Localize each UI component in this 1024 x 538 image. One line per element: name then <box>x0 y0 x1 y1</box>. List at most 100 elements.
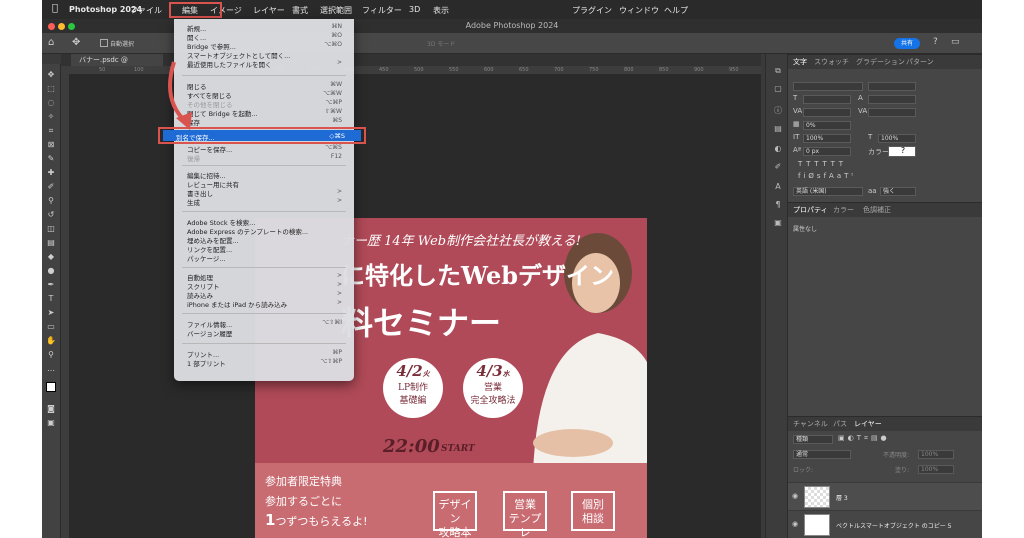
visibility-eye-icon[interactable]: ◉ <box>792 520 798 528</box>
menu-item-browse-bridge[interactable]: Bridge で参照... ⌥⌘O <box>187 41 342 51</box>
brush-tool-icon[interactable]: ✐ <box>45 182 57 192</box>
menu-item-print-one-copy[interactable]: 1 部プリント ⌥⇧⌘P <box>187 358 342 368</box>
minimize-window-button[interactable] <box>58 23 65 30</box>
menu-layer[interactable]: レイヤー <box>253 5 285 16</box>
auto-select-checkbox[interactable] <box>100 39 108 47</box>
paragraph-icon[interactable]: ¶ <box>773 200 783 210</box>
menu-file[interactable]: ファイル <box>130 5 162 16</box>
tab-character[interactable]: 文字 <box>793 57 807 67</box>
character-icon[interactable]: A <box>773 182 783 192</box>
menu-item-new[interactable]: 新規... ⌘N <box>187 23 342 33</box>
menu-plugins[interactable]: プラグイン <box>572 5 612 16</box>
color-swatch[interactable]: ? <box>888 146 916 157</box>
visibility-eye-icon[interactable]: ◉ <box>792 492 798 500</box>
antialias-select[interactable]: 強く <box>880 187 916 196</box>
healing-brush-icon[interactable]: ✚ <box>45 168 57 178</box>
menu-item-import-iphone[interactable]: iPhone または iPad から読み込み > <box>187 299 342 309</box>
type-style-buttons[interactable]: TTTTTT <box>798 160 847 168</box>
leading-field[interactable] <box>868 95 916 104</box>
tracking-field[interactable] <box>868 108 916 117</box>
horizontal-scale-field[interactable]: 100% <box>878 134 916 143</box>
glyphs-icon[interactable]: ▣ <box>773 218 783 228</box>
menu-view[interactable]: 表示 <box>433 5 449 16</box>
brushes-icon[interactable]: ✐ <box>773 162 783 172</box>
menu-item-invite-edit[interactable]: 編集に招待... <box>187 170 342 180</box>
font-style-select[interactable] <box>868 82 916 91</box>
crop-tool-icon[interactable]: ⌗ <box>45 126 57 136</box>
menu-item-import[interactable]: 読み込み > <box>187 290 342 300</box>
quick-mask-icon[interactable]: ◙ <box>45 404 57 414</box>
menu-item-search-stock[interactable]: Adobe Stock を検索... <box>187 217 342 227</box>
layer-name[interactable]: 層 3 <box>836 493 848 502</box>
menu-item-revert[interactable]: 復帰 F12 <box>187 153 342 163</box>
more-tools-icon[interactable]: … <box>45 364 57 374</box>
menu-item-package[interactable]: パッケージ... <box>187 253 342 263</box>
layer-row[interactable]: ◉ ベクトルスマートオブジェクト のコピー 5 <box>788 510 982 538</box>
pen-tool-icon[interactable]: ✒ <box>45 280 57 290</box>
menu-item-export[interactable]: 書き出し > <box>187 188 342 198</box>
help-icon[interactable]: ? <box>933 37 938 47</box>
menu-filter[interactable]: フィルター <box>362 5 402 16</box>
history-icon[interactable]: ⧉ <box>773 66 783 76</box>
comments-icon[interactable]: ▢ <box>773 84 783 94</box>
tab-properties[interactable]: プロパティ <box>793 205 828 215</box>
menu-item-file-info[interactable]: ファイル情報... ⌥⇧⌘I <box>187 319 342 329</box>
marquee-tool-icon[interactable]: ⬚ <box>45 84 57 94</box>
font-family-select[interactable] <box>793 82 863 91</box>
history-brush-icon[interactable]: ↺ <box>45 210 57 220</box>
opacity-field[interactable]: 100% <box>918 450 954 459</box>
tsume-field[interactable]: 0% <box>803 121 851 130</box>
move-tool-icon[interactable]: ✥ <box>72 37 80 48</box>
eyedropper-icon[interactable]: ✎ <box>45 154 57 164</box>
apple-icon[interactable]:  <box>52 3 58 14</box>
menu-item-save-copy[interactable]: コピーを保存... ⌥⌘S <box>187 144 342 154</box>
blur-tool-icon[interactable]: ◆ <box>45 252 57 262</box>
menu-item-place-embedded[interactable]: 埋め込みを配置... <box>187 235 342 245</box>
layer-filter-icons[interactable]: ▣◐T⌗▤● <box>838 434 890 443</box>
type-tool-icon[interactable]: T <box>45 294 57 304</box>
magic-wand-icon[interactable]: ✧ <box>45 112 57 122</box>
fill-field[interactable]: 100% <box>918 465 954 474</box>
kerning-field[interactable] <box>803 108 851 117</box>
menu-window[interactable]: ウィンドウ <box>619 5 659 16</box>
libraries-icon[interactable]: ▤ <box>773 124 783 134</box>
menu-item-print[interactable]: プリント... ⌘P <box>187 349 342 359</box>
tab-layers[interactable]: レイヤー <box>854 419 882 429</box>
eraser-tool-icon[interactable]: ◫ <box>45 224 57 234</box>
home-icon[interactable]: ⌂ <box>48 37 54 48</box>
menu-item-version-history[interactable]: バージョン履歴 <box>187 328 342 338</box>
hand-tool-icon[interactable]: ✋ <box>45 336 57 346</box>
opentype-buttons[interactable]: fiØsfAaTᵗ <box>798 172 856 180</box>
menu-item-search-express[interactable]: Adobe Express のテンプレートの検索... <box>187 226 342 236</box>
lasso-tool-icon[interactable]: ◌ <box>45 98 57 108</box>
zoom-window-button[interactable] <box>68 23 75 30</box>
menu-item-share-review[interactable]: レビュー用に共有 <box>187 179 342 189</box>
menu-select[interactable]: 選択範囲 <box>320 5 352 16</box>
menu-help[interactable]: ヘルプ <box>664 5 688 16</box>
menu-item-open-smart-object[interactable]: スマートオブジェクトとして開く... <box>187 50 342 60</box>
language-select[interactable]: 英語 (米国) <box>793 187 863 196</box>
tab-adjustments[interactable]: 色調補正 <box>863 205 891 215</box>
layer-name[interactable]: ベクトルスマートオブジェクト のコピー 5 <box>836 521 951 530</box>
adjustments-icon[interactable]: ◐ <box>773 144 783 154</box>
screen-mode-icon[interactable]: ▣ <box>45 418 57 428</box>
tab-patterns[interactable]: パターン <box>906 57 934 67</box>
tab-channels[interactable]: チャンネル <box>793 419 828 429</box>
workspace-icon[interactable]: ▭ <box>951 37 960 47</box>
menu-item-automate[interactable]: 自動処理 > <box>187 272 342 282</box>
clone-stamp-icon[interactable]: ⚲ <box>45 196 57 206</box>
close-window-button[interactable] <box>48 23 55 30</box>
foreground-color-swatch[interactable] <box>46 382 56 392</box>
path-select-icon[interactable]: ➤ <box>45 308 57 318</box>
menu-item-open[interactable]: 開く... ⌘O <box>187 32 342 42</box>
menu-item-place-linked[interactable]: リンクを配置... <box>187 244 342 254</box>
move-tool-icon[interactable]: ✥ <box>45 70 57 80</box>
tab-swatches[interactable]: スウォッチ <box>814 57 849 67</box>
gradient-tool-icon[interactable]: ▤ <box>45 238 57 248</box>
share-button[interactable]: 共有 <box>894 38 920 49</box>
tab-gradients[interactable]: グラデーション <box>856 57 905 67</box>
zoom-tool-icon[interactable]: ⚲ <box>45 350 57 360</box>
vertical-scale-field[interactable]: 100% <box>803 134 851 143</box>
dodge-tool-icon[interactable]: ● <box>45 266 57 276</box>
tab-color[interactable]: カラー <box>833 205 854 215</box>
